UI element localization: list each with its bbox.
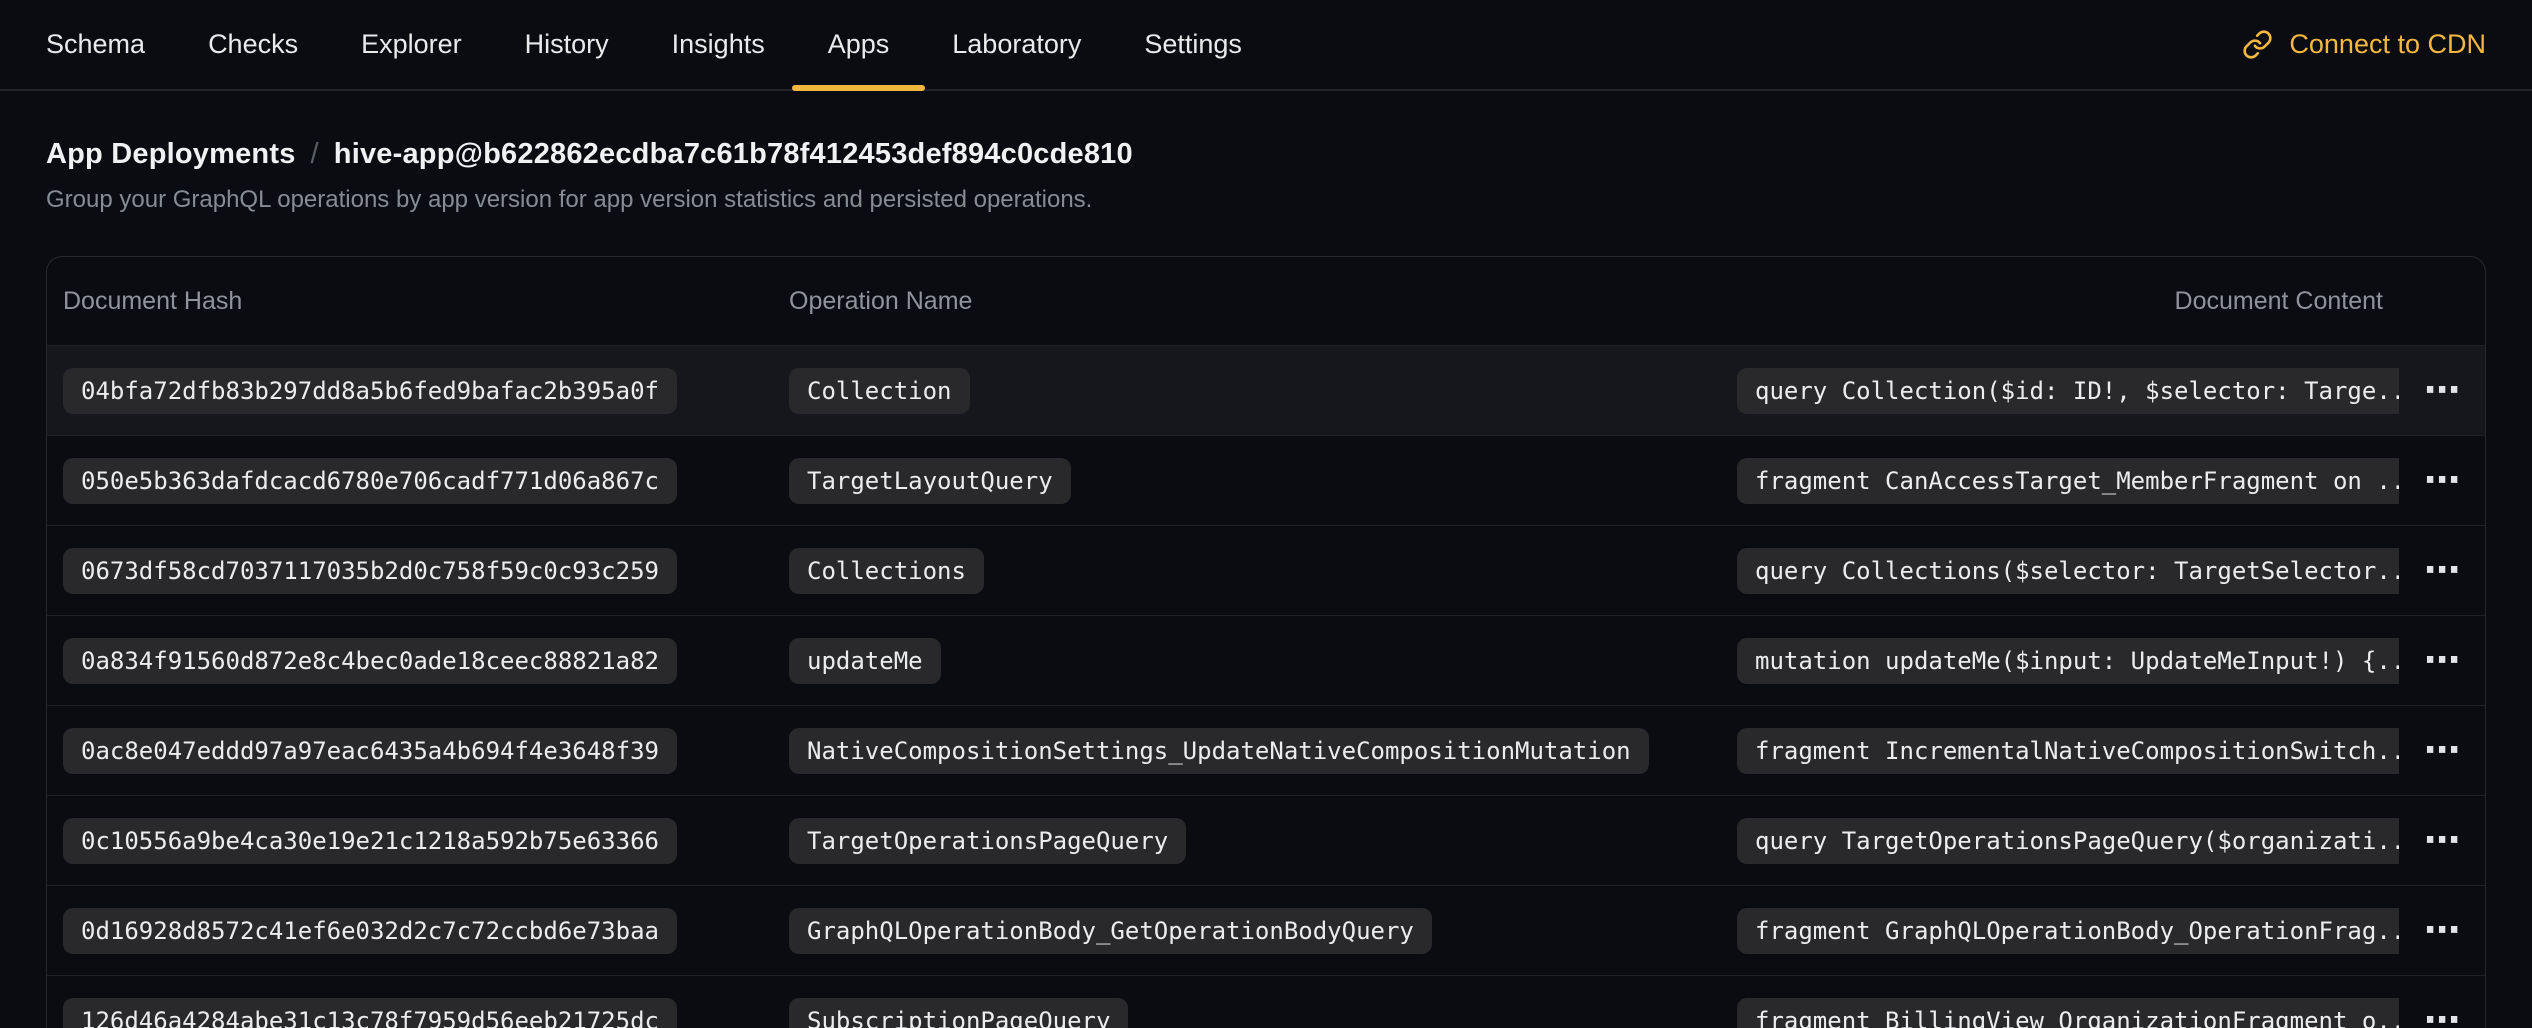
document-hash: 0d16928d8572c41ef6e032d2c7c72ccbd6e73baa [63, 908, 677, 954]
ellipsis-icon: ⋯ [2424, 823, 2460, 859]
document-hash: 04bfa72dfb83b297dd8a5b6fed9bafac2b395a0f [63, 368, 677, 414]
row-menu-button[interactable]: ⋯ [2424, 553, 2460, 589]
operation-name: NativeCompositionSettings_UpdateNativeCo… [789, 728, 1649, 774]
ellipsis-icon: ⋯ [2424, 643, 2460, 679]
document-hash: 0c10556a9be4ca30e19e21c1218a592b75e63366 [63, 818, 677, 864]
operation-name: Collection [789, 368, 970, 414]
connect-to-cdn-label: Connect to CDN [2289, 29, 2486, 60]
row-menu-button[interactable]: ⋯ [2424, 823, 2460, 859]
column-header-document-content: Document Content [1721, 287, 2399, 316]
tab-explorer[interactable]: Explorer [361, 0, 462, 89]
row-menu-button[interactable]: ⋯ [2424, 913, 2460, 949]
column-header-document-hash: Document Hash [47, 287, 773, 316]
table-row[interactable]: 126d46a4284abe31c13c78f7959d56eeb21725dc… [47, 975, 2485, 1028]
table-row[interactable]: 0d16928d8572c41ef6e032d2c7c72ccbd6e73baa… [47, 885, 2485, 975]
ellipsis-icon: ⋯ [2424, 913, 2460, 949]
deployments-table: Document Hash Operation Name Document Co… [46, 256, 2486, 1028]
breadcrumb-separator: / [311, 138, 319, 171]
ellipsis-icon: ⋯ [2424, 373, 2460, 409]
tab-history[interactable]: History [525, 0, 609, 89]
table-header-row: Document Hash Operation Name Document Co… [47, 257, 2485, 345]
page-subtitle: Group your GraphQL operations by app ver… [46, 186, 2486, 214]
document-hash: 126d46a4284abe31c13c78f7959d56eeb21725dc [63, 998, 677, 1028]
operation-name: SubscriptionPageQuery [789, 998, 1128, 1028]
document-content: fragment GraphQLOperationBody_OperationF… [1737, 908, 2399, 954]
document-content: mutation updateMe($input: UpdateMeInput!… [1737, 638, 2399, 684]
operation-name: Collections [789, 548, 984, 594]
operation-name: TargetLayoutQuery [789, 458, 1071, 504]
ellipsis-icon: ⋯ [2424, 733, 2460, 769]
ellipsis-icon: ⋯ [2424, 463, 2460, 499]
ellipsis-icon: ⋯ [2424, 1003, 2460, 1028]
operation-name: GraphQLOperationBody_GetOperationBodyQue… [789, 908, 1432, 954]
row-menu-button[interactable]: ⋯ [2424, 643, 2460, 679]
table-row[interactable]: 0673df58cd7037117035b2d0c758f59c0c93c259… [47, 525, 2485, 615]
document-content: fragment BillingView_OrganizationFragmen… [1737, 998, 2399, 1028]
document-content: fragment CanAccessTarget_MemberFragment … [1737, 458, 2399, 504]
tab-settings[interactable]: Settings [1144, 0, 1242, 89]
operation-name: updateMe [789, 638, 941, 684]
tab-apps[interactable]: Apps [828, 0, 890, 89]
tab-laboratory[interactable]: Laboratory [952, 0, 1081, 89]
document-hash: 0ac8e047eddd97a97eac6435a4b694f4e3648f39 [63, 728, 677, 774]
row-menu-button[interactable]: ⋯ [2424, 463, 2460, 499]
link-icon [2242, 29, 2273, 60]
document-content: query TargetOperationsPageQuery($organiz… [1737, 818, 2399, 864]
document-content: query Collections($selector: TargetSelec… [1737, 548, 2399, 594]
table-row[interactable]: 0ac8e047eddd97a97eac6435a4b694f4e3648f39… [47, 705, 2485, 795]
breadcrumb-app-deployments[interactable]: App Deployments [46, 138, 296, 171]
tab-schema[interactable]: Schema [46, 0, 145, 89]
operation-name: TargetOperationsPageQuery [789, 818, 1186, 864]
main-content: App Deployments / hive-app@b622862ecdba7… [0, 138, 2532, 1028]
document-hash: 050e5b363dafdcacd6780e706cadf771d06a867c [63, 458, 677, 504]
row-menu-button[interactable]: ⋯ [2424, 733, 2460, 769]
tab-checks[interactable]: Checks [208, 0, 298, 89]
top-nav: Schema Checks Explorer History Insights … [0, 0, 2532, 91]
column-header-operation-name: Operation Name [773, 287, 1721, 316]
tab-insights[interactable]: Insights [672, 0, 765, 89]
nav-tabs: Schema Checks Explorer History Insights … [46, 0, 1242, 89]
row-menu-button[interactable]: ⋯ [2424, 1003, 2460, 1028]
row-menu-button[interactable]: ⋯ [2424, 373, 2460, 409]
document-hash: 0a834f91560d872e8c4bec0ade18ceec88821a82 [63, 638, 677, 684]
page-title: hive-app@b622862ecdba7c61b78f412453def89… [334, 138, 1133, 171]
document-content: fragment IncrementalNativeCompositionSwi… [1737, 728, 2399, 774]
table-row[interactable]: 050e5b363dafdcacd6780e706cadf771d06a867c… [47, 435, 2485, 525]
table-row[interactable]: 0a834f91560d872e8c4bec0ade18ceec88821a82… [47, 615, 2485, 705]
connect-to-cdn-button[interactable]: Connect to CDN [2242, 0, 2486, 89]
ellipsis-icon: ⋯ [2424, 553, 2460, 589]
document-content: query Collection($id: ID!, $selector: Ta… [1737, 368, 2399, 414]
table-row[interactable]: 0c10556a9be4ca30e19e21c1218a592b75e63366… [47, 795, 2485, 885]
table-row[interactable]: 04bfa72dfb83b297dd8a5b6fed9bafac2b395a0f… [47, 345, 2485, 435]
document-hash: 0673df58cd7037117035b2d0c758f59c0c93c259 [63, 548, 677, 594]
breadcrumb: App Deployments / hive-app@b622862ecdba7… [46, 138, 2486, 171]
